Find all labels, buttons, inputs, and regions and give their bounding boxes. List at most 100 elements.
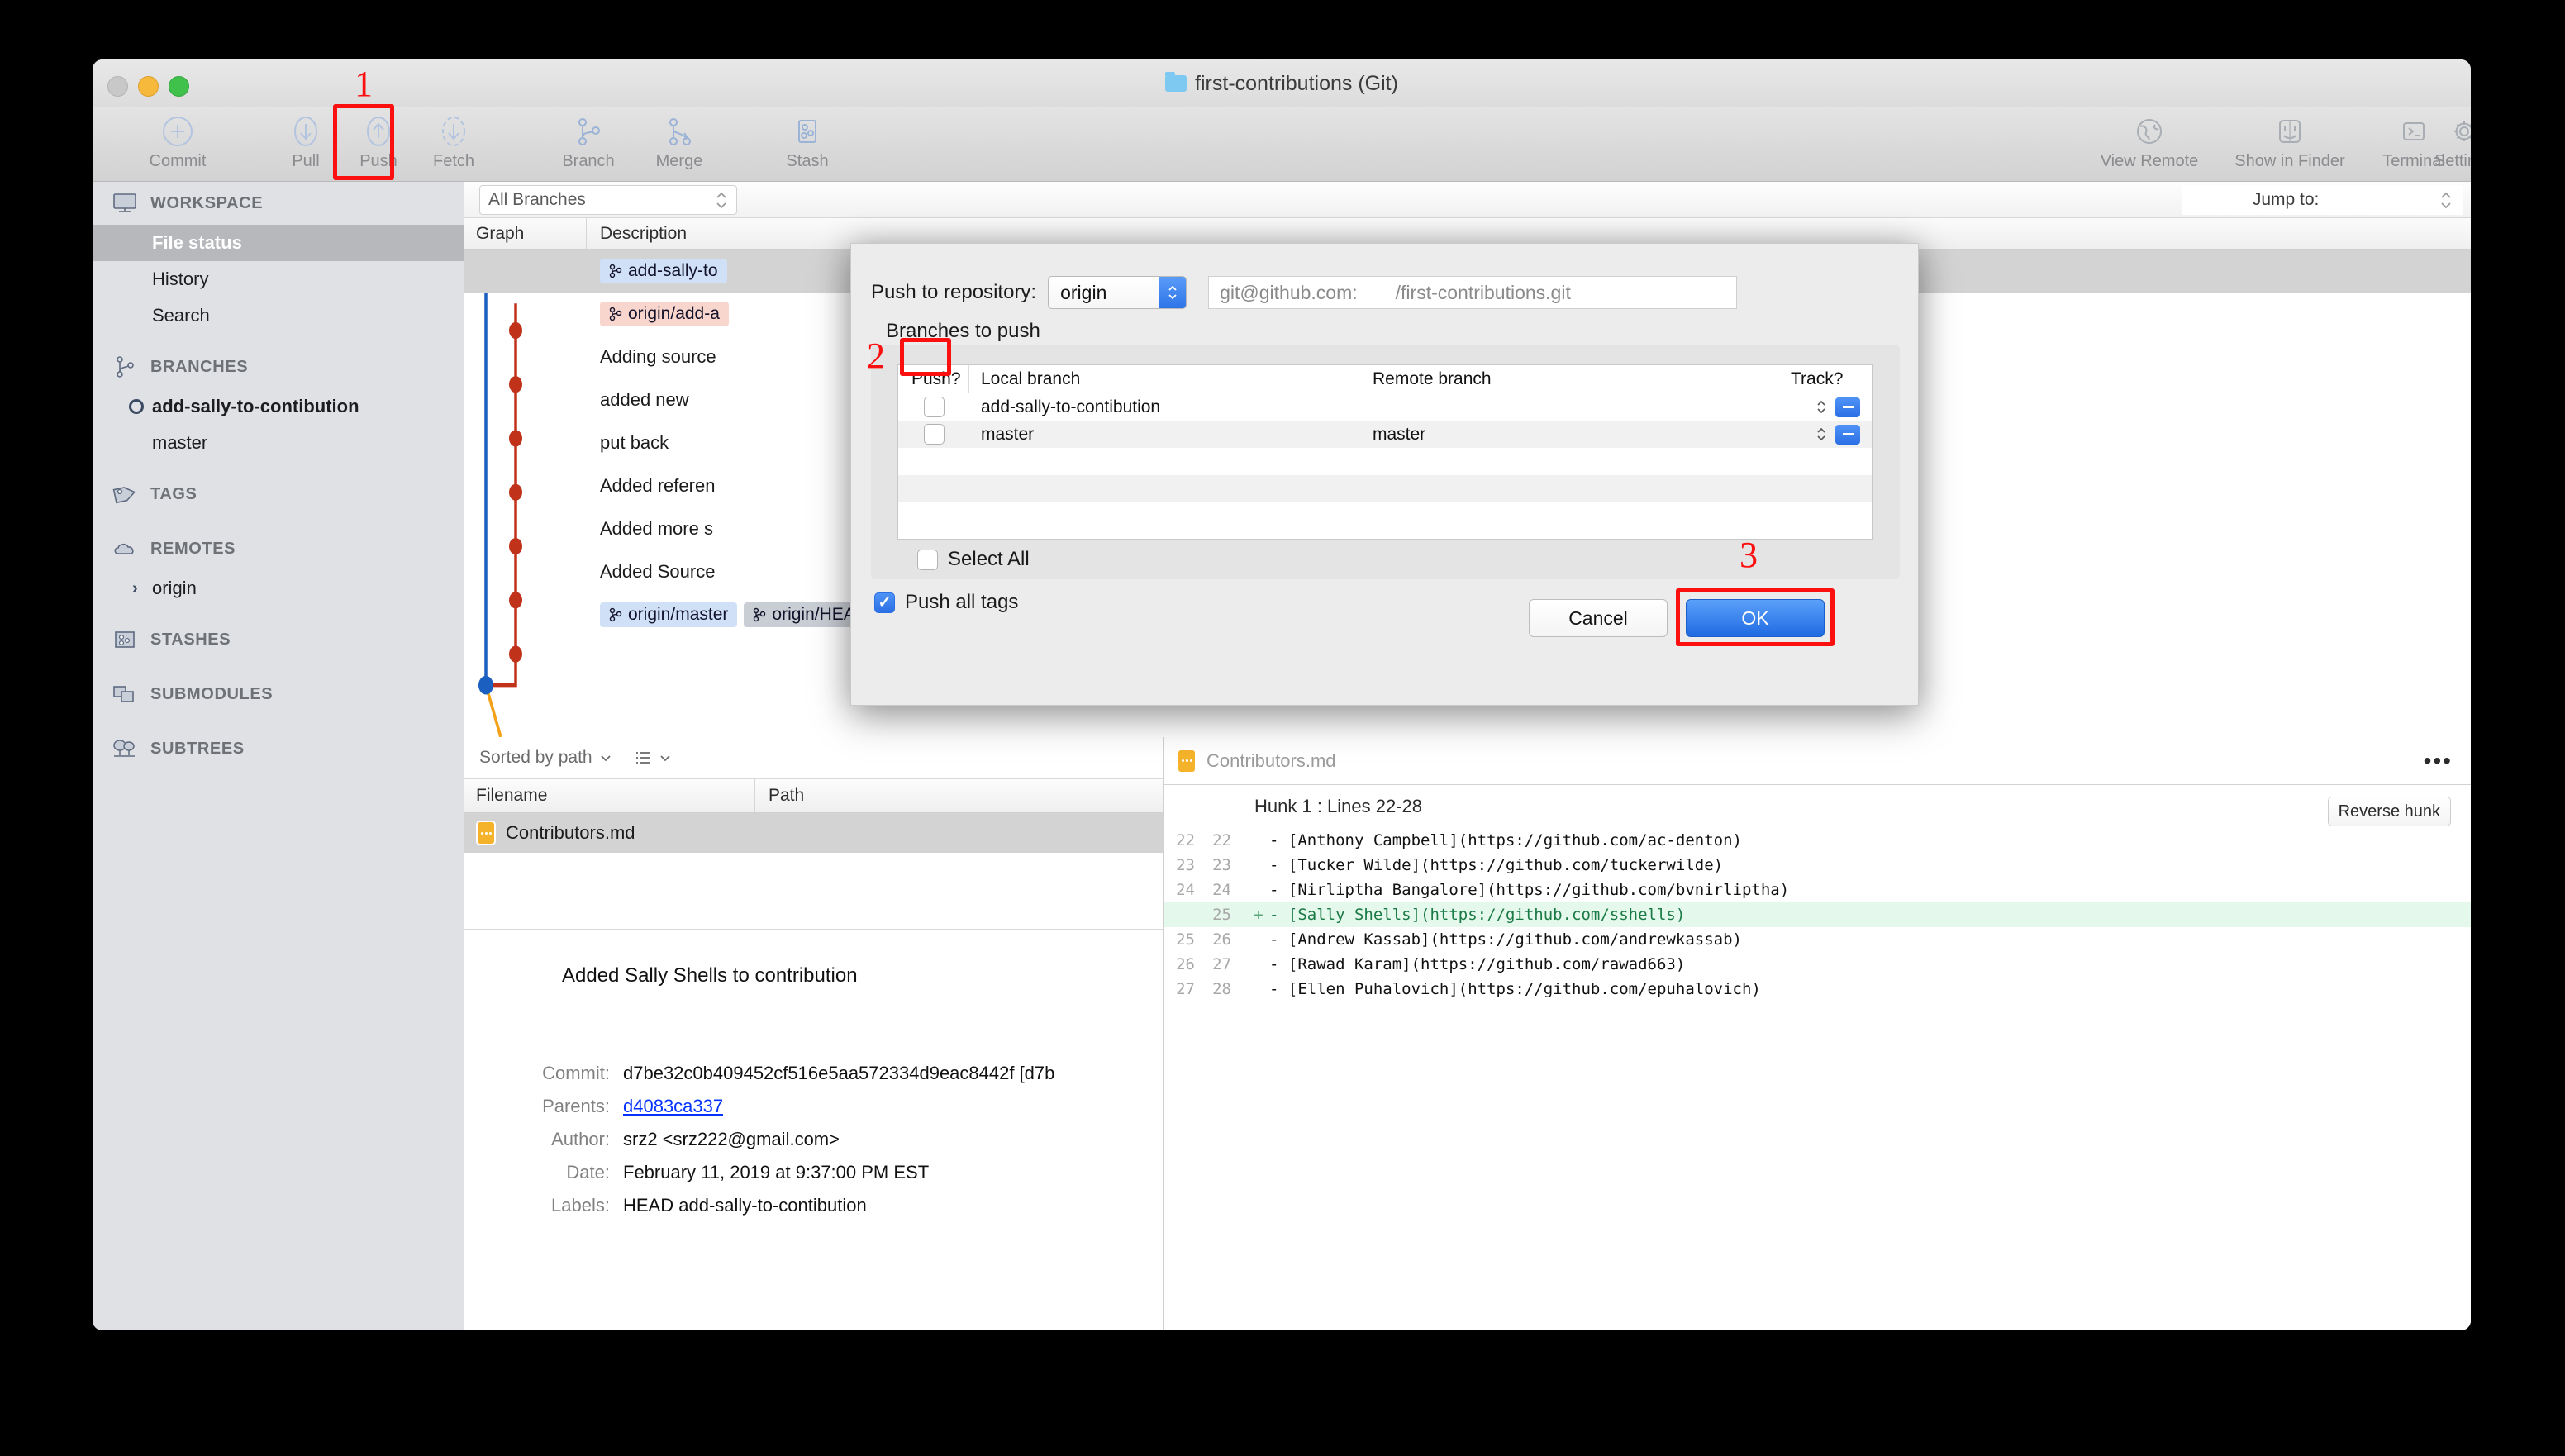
sort-by-dropdown[interactable]: Sorted by path (479, 748, 612, 768)
branch-toolbar-label: Branch (562, 152, 614, 171)
push-checkbox-add-sally-to-contibution[interactable] (924, 397, 945, 417)
remote-branch-stepper-icon[interactable] (1815, 400, 1827, 414)
diff-new-line-number: 28 (1200, 980, 1231, 998)
commit-toolbar-button[interactable]: Commit (132, 114, 223, 177)
cancel-button[interactable]: Cancel (1529, 599, 1668, 637)
reverse-hunk-button[interactable]: Reverse hunk (2328, 797, 2451, 826)
branch-row-add-sally-to-contibution[interactable]: add-sally-to-contibution (898, 393, 1872, 421)
sidebar-section-branches[interactable]: BRANCHES (93, 345, 464, 388)
jump-to-label: Jump to: (2253, 190, 2320, 210)
push-checkbox-master[interactable] (924, 424, 945, 445)
sidebar-item-history[interactable]: History (93, 261, 464, 297)
push-dialog: Push to repository: origin git@github.co… (850, 243, 1919, 706)
stash-toolbar-label: Stash (786, 152, 828, 171)
track-minus-button[interactable] (1835, 397, 1860, 417)
column-header-track[interactable]: Track? (1786, 365, 1872, 393)
commit-field-row: Author: srz2 <srz222@gmail.com> (464, 1123, 1163, 1156)
commit-message: Added Sally Shells to contribution (464, 964, 1163, 987)
settings-toolbar-button[interactable]: Settings (2406, 114, 2471, 177)
column-header-remote-branch[interactable]: Remote branch (1359, 365, 1786, 393)
pull-toolbar-button[interactable]: Pull (270, 114, 341, 177)
pull-toolbar-label: Pull (292, 152, 319, 171)
files-column-header-path[interactable]: Path (755, 779, 804, 812)
file-row[interactable]: Contributors.md (464, 813, 1163, 853)
graph-column-header-graph[interactable]: Graph (464, 218, 587, 249)
window-title-text: first-contributions (Git) (1195, 72, 1398, 96)
fetch-toolbar-button[interactable]: Fetch (414, 114, 493, 177)
graph-filter-bar: All Branches Jump to: (464, 182, 2471, 218)
track-minus-button[interactable] (1835, 425, 1860, 445)
branch-toolbar-button[interactable]: Branch (543, 114, 634, 177)
select-all-label: Select All (948, 548, 1030, 571)
push-repo-url-field[interactable]: git@github.com: /first-contributions.git (1208, 276, 1737, 309)
files-column-header-filename[interactable]: Filename (464, 779, 755, 812)
diff-sign: + (1248, 906, 1269, 924)
fetch-dashed-down-arrow-icon (437, 114, 470, 149)
branches-to-push-label: Branches to push (886, 320, 1040, 343)
branch-icon (572, 114, 605, 149)
push-repo-label: Push to repository: (871, 281, 1036, 304)
sidebar-section-stashes[interactable]: STASHES (93, 618, 464, 661)
diff-line-text: - [Ellen Puhalovich](https://github.com/… (1269, 980, 1761, 998)
ref-chip[interactable]: origin/master (600, 602, 737, 627)
finder-icon (2274, 114, 2306, 149)
column-header-push[interactable]: Push? (898, 365, 969, 393)
show-in-finder-toolbar-button[interactable]: Show in Finder (2215, 114, 2364, 177)
stash-toolbar-button[interactable]: Stash (762, 114, 853, 177)
files-toolbar: Sorted by path (464, 737, 1163, 778)
sidebar-item-remote-origin[interactable]: › origin (93, 570, 464, 607)
view-mode-dropdown[interactable] (634, 749, 672, 767)
parent-commit-link[interactable]: d4083ca337 (623, 1096, 723, 1117)
jump-to-select[interactable]: Jump to: (2182, 185, 2463, 215)
sidebar-section-submodules[interactable]: SUBMODULES (93, 673, 464, 716)
commit-field-value: February 11, 2019 at 9:37:00 PM EST (623, 1162, 929, 1183)
push-toolbar-button[interactable]: Push (343, 114, 414, 177)
diff-new-line-number: 23 (1200, 856, 1231, 874)
remote-branch-stepper-icon[interactable] (1815, 427, 1827, 441)
branch-row-master[interactable]: master master (898, 421, 1872, 448)
graph-column-header-description[interactable]: Description (587, 218, 687, 249)
ellipsis-icon[interactable]: ••• (2424, 756, 2453, 765)
sidebar-section-subtrees[interactable]: SUBTREES (93, 727, 464, 770)
chevron-down-icon (599, 754, 612, 762)
sidebar-section-remotes[interactable]: REMOTES (93, 527, 464, 570)
push-all-tags-row[interactable]: Push all tags (874, 591, 1018, 614)
globe-icon (2134, 114, 2165, 149)
merge-toolbar-button[interactable]: Merge (634, 114, 725, 177)
diff-line: 23 23 - [Tucker Wilde](https://github.co… (1164, 853, 2471, 878)
branch-filter-value: All Branches (488, 190, 586, 210)
sidebar-section-workspace-label: WORKSPACE (150, 194, 263, 213)
branch-chip-icon (609, 607, 622, 622)
sidebar-item-branch-add-sally-to-contibution[interactable]: add-sally-to-contibution (93, 388, 464, 425)
ok-button[interactable]: OK (1686, 599, 1825, 637)
diff-body: Hunk 1 : Lines 22-28 Reverse hunk 22 22 … (1164, 785, 2471, 1330)
commit-field-value: d7be32c0b409452cf516e5aa572334d9eac8442f… (623, 1063, 1054, 1084)
diff-old-line-number: 26 (1164, 955, 1195, 973)
select-all-checkbox[interactable] (917, 550, 938, 570)
ref-chip-label: add-sally-to (628, 261, 718, 281)
view-remote-label: View Remote (2101, 152, 2199, 171)
local-branch-name: add-sally-to-contibution (969, 397, 1359, 417)
diff-new-line-number: 27 (1200, 955, 1231, 973)
branch-filter-select[interactable]: All Branches (479, 185, 737, 215)
view-remote-toolbar-button[interactable]: View Remote (2083, 114, 2215, 177)
remote-branch-name[interactable]: master (1359, 425, 1786, 445)
push-all-tags-checkbox[interactable] (874, 592, 895, 613)
push-repo-select[interactable]: origin (1048, 276, 1187, 309)
show-in-finder-label: Show in Finder (2234, 152, 2344, 171)
sidebar-item-branch-master[interactable]: master (93, 425, 464, 461)
sidebar-item-file-status[interactable]: File status (93, 225, 464, 261)
column-header-local-branch[interactable]: Local branch (969, 365, 1359, 393)
diff-new-line-number: 22 (1200, 831, 1231, 849)
sidebar-item-file-status-label: File status (152, 232, 242, 254)
select-all-row[interactable]: Select All (917, 548, 1030, 571)
ref-chip[interactable]: origin/add-a (600, 302, 729, 326)
sidebar-item-search[interactable]: Search (93, 297, 464, 334)
ref-chip[interactable]: add-sally-to (600, 259, 727, 283)
stepper-icon[interactable] (1159, 277, 1186, 308)
annotation-number-3: 3 (1739, 537, 1758, 573)
diff-line-text: - [Nirliptha Bangalore](https://github.c… (1269, 881, 1789, 899)
commit-plus-icon (161, 114, 194, 149)
branch-chip-icon (609, 307, 622, 321)
sidebar-section-tags[interactable]: TAGS (93, 473, 464, 516)
